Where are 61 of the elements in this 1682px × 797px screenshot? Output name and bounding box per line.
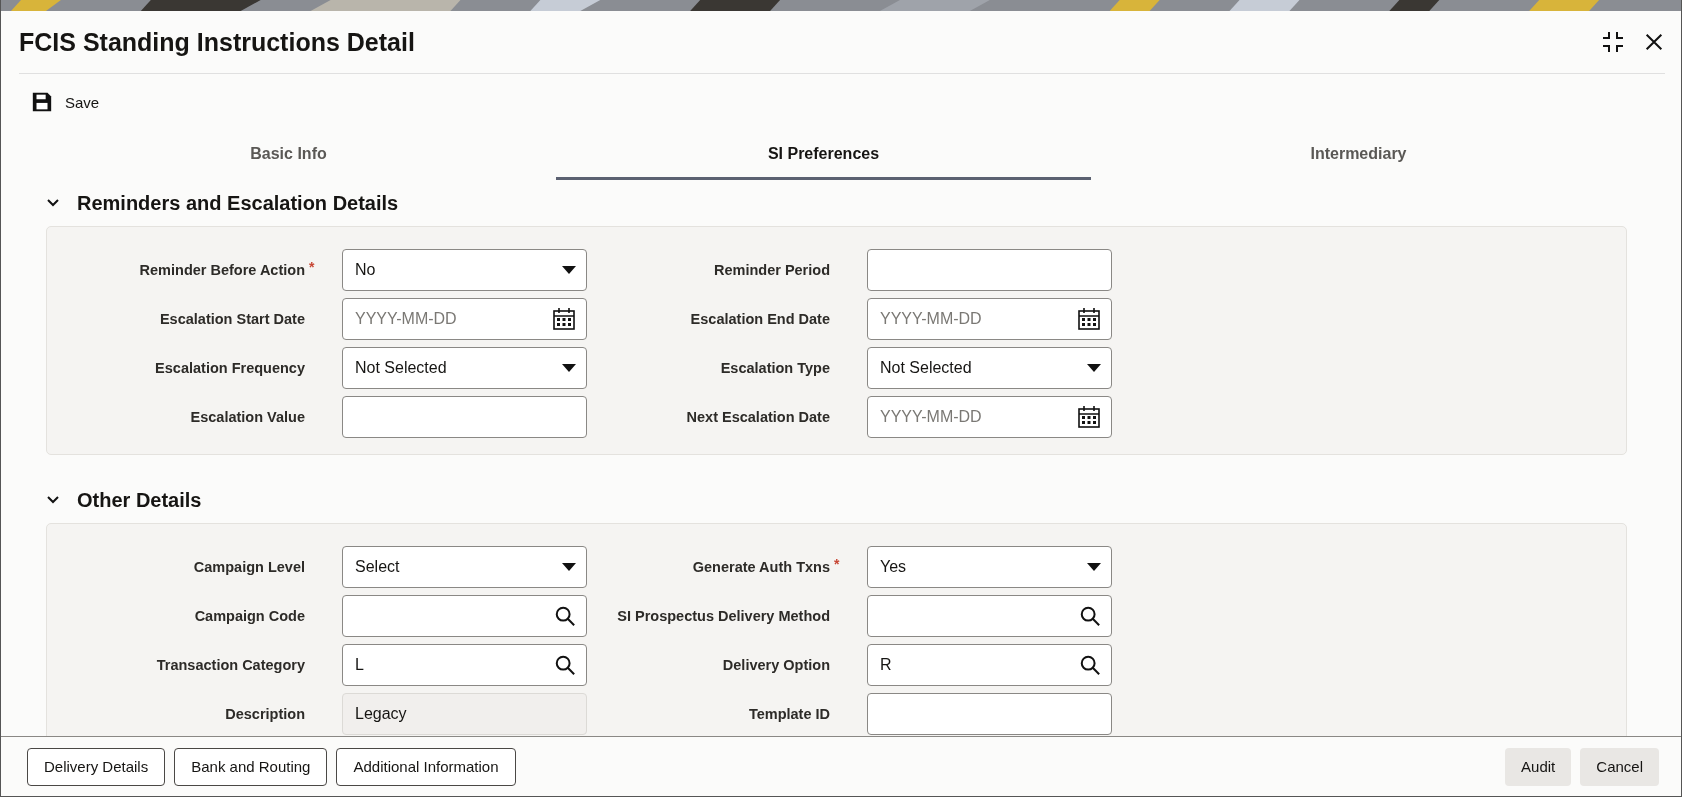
search-icon[interactable] bbox=[554, 605, 576, 627]
field-label: Escalation Start Date bbox=[159, 311, 305, 327]
field-label: Escalation End Date bbox=[690, 311, 830, 327]
field-label: Delivery Option bbox=[722, 657, 830, 673]
dropdown-field[interactable]: No bbox=[342, 249, 587, 291]
footer-button[interactable]: Cancel bbox=[1580, 747, 1659, 786]
search-icon[interactable] bbox=[1079, 605, 1101, 627]
window-title: FCIS Standing Instructions Detail bbox=[19, 27, 415, 57]
caret-icon bbox=[562, 266, 576, 274]
required-mark: * bbox=[309, 259, 316, 275]
input-field[interactable] bbox=[867, 249, 1112, 291]
footer-button[interactable]: Bank and Routing bbox=[174, 747, 328, 786]
calendar-icon[interactable] bbox=[1077, 307, 1101, 331]
field-label: Next Escalation Date bbox=[686, 409, 830, 425]
footer-button[interactable]: Additional Information bbox=[336, 747, 516, 786]
search-icon[interactable] bbox=[1079, 654, 1101, 676]
field-label: Reminder Before Action bbox=[139, 262, 305, 278]
dropdown-field[interactable]: Yes bbox=[867, 546, 1112, 588]
field-label: Campaign Level bbox=[193, 559, 305, 575]
caret-icon bbox=[1087, 563, 1101, 571]
dropdown-field[interactable]: Not Selected bbox=[867, 347, 1112, 389]
field-label: Campaign Code bbox=[194, 608, 305, 624]
tab[interactable]: Intermediary bbox=[1091, 130, 1626, 180]
footer-button[interactable]: Audit bbox=[1505, 747, 1572, 786]
field-label: Escalation Value bbox=[190, 409, 305, 425]
field-label: Generate Auth Txns bbox=[692, 559, 830, 575]
section-title: Other Details bbox=[77, 488, 202, 512]
field-label: Escalation Type bbox=[720, 360, 830, 376]
calendar-icon[interactable] bbox=[552, 307, 576, 331]
collapse-icon[interactable] bbox=[1601, 30, 1625, 54]
date-field[interactable]: YYYY-MM-DD bbox=[867, 298, 1112, 340]
tab[interactable]: Basic Info bbox=[21, 130, 556, 180]
field-label: Escalation Frequency bbox=[155, 360, 305, 376]
lookup-field[interactable]: R bbox=[867, 644, 1112, 686]
caret-icon bbox=[562, 563, 576, 571]
calendar-icon[interactable] bbox=[1077, 405, 1101, 429]
save-icon bbox=[31, 91, 53, 113]
lookup-field[interactable] bbox=[867, 595, 1112, 637]
field-label: Transaction Category bbox=[156, 657, 305, 673]
lookup-field[interactable] bbox=[342, 595, 587, 637]
lookup-field[interactable]: L bbox=[342, 644, 587, 686]
dropdown-field[interactable]: Select bbox=[342, 546, 587, 588]
input-field[interactable] bbox=[867, 693, 1112, 735]
section-title: Reminders and Escalation Details bbox=[77, 191, 399, 215]
field-label: Reminder Period bbox=[713, 262, 830, 278]
search-icon[interactable] bbox=[554, 654, 576, 676]
input-field: Legacy bbox=[342, 693, 587, 735]
date-field[interactable]: YYYY-MM-DD bbox=[342, 298, 587, 340]
dropdown-field[interactable]: Not Selected bbox=[342, 347, 587, 389]
close-icon[interactable] bbox=[1643, 31, 1665, 53]
date-field[interactable]: YYYY-MM-DD bbox=[867, 396, 1112, 438]
caret-icon bbox=[1087, 364, 1101, 372]
field-label: SI Prospectus Delivery Method bbox=[617, 608, 830, 624]
field-label: Description bbox=[225, 706, 305, 722]
caret-icon bbox=[562, 364, 576, 372]
save-button[interactable]: Save bbox=[31, 91, 100, 113]
tab[interactable]: SI Preferences bbox=[556, 130, 1091, 180]
required-mark: * bbox=[834, 556, 841, 572]
field-label: Template ID bbox=[748, 706, 830, 722]
footer-button[interactable]: Delivery Details bbox=[27, 747, 166, 786]
input-field[interactable] bbox=[342, 396, 587, 438]
